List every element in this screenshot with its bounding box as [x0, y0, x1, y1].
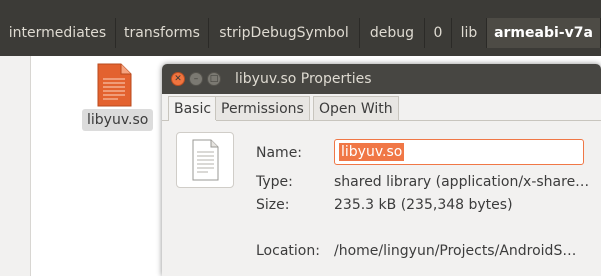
- breadcrumb-stripdebugsymbol[interactable]: stripDebugSymbol: [209, 18, 360, 48]
- shared-library-file-icon[interactable]: [96, 63, 132, 107]
- file-name-label[interactable]: libyuv.so: [82, 109, 154, 131]
- breadcrumb-transforms[interactable]: transforms: [116, 18, 209, 48]
- location-label: Location:: [256, 243, 320, 259]
- tab-basic[interactable]: Basic: [168, 96, 218, 121]
- breadcrumb-0[interactable]: 0: [425, 18, 452, 48]
- minimize-icon[interactable]: –: [189, 72, 203, 86]
- type-label: Type:: [256, 174, 293, 190]
- breadcrumb-debug[interactable]: debug: [360, 18, 425, 48]
- name-field-value[interactable]: libyuv.so: [339, 143, 405, 161]
- tab-bar: Basic Permissions Open With: [162, 94, 601, 121]
- dialog-title: libyuv.so Properties: [235, 71, 372, 87]
- sidebar-edge: [0, 56, 31, 276]
- breadcrumb-lib[interactable]: lib: [452, 18, 487, 48]
- breadcrumb-intermediates[interactable]: intermediates: [0, 18, 116, 48]
- name-label: Name:: [256, 145, 303, 161]
- location-value: /home/lingyun/Projects/AndroidS…: [334, 243, 577, 259]
- path-bar: intermediates transforms stripDebugSymbo…: [0, 0, 601, 56]
- properties-dialog: ✕ – □ libyuv.so Properties Basic Permiss…: [162, 64, 601, 276]
- size-value: 235.3 kB (235,348 bytes): [334, 197, 513, 213]
- tab-open-with[interactable]: Open With: [313, 96, 399, 120]
- maximize-icon[interactable]: □: [207, 72, 221, 86]
- document-icon: [176, 132, 234, 188]
- size-label: Size:: [256, 197, 290, 213]
- breadcrumb-armeabi-v7a[interactable]: armeabi-v7a: [487, 18, 601, 48]
- dialog-titlebar[interactable]: ✕ – □ libyuv.so Properties: [162, 64, 601, 94]
- close-icon[interactable]: ✕: [171, 72, 185, 86]
- type-value: shared library (application/x-share…: [334, 174, 590, 190]
- name-field[interactable]: libyuv.so: [334, 139, 584, 165]
- tab-permissions[interactable]: Permissions: [215, 96, 310, 120]
